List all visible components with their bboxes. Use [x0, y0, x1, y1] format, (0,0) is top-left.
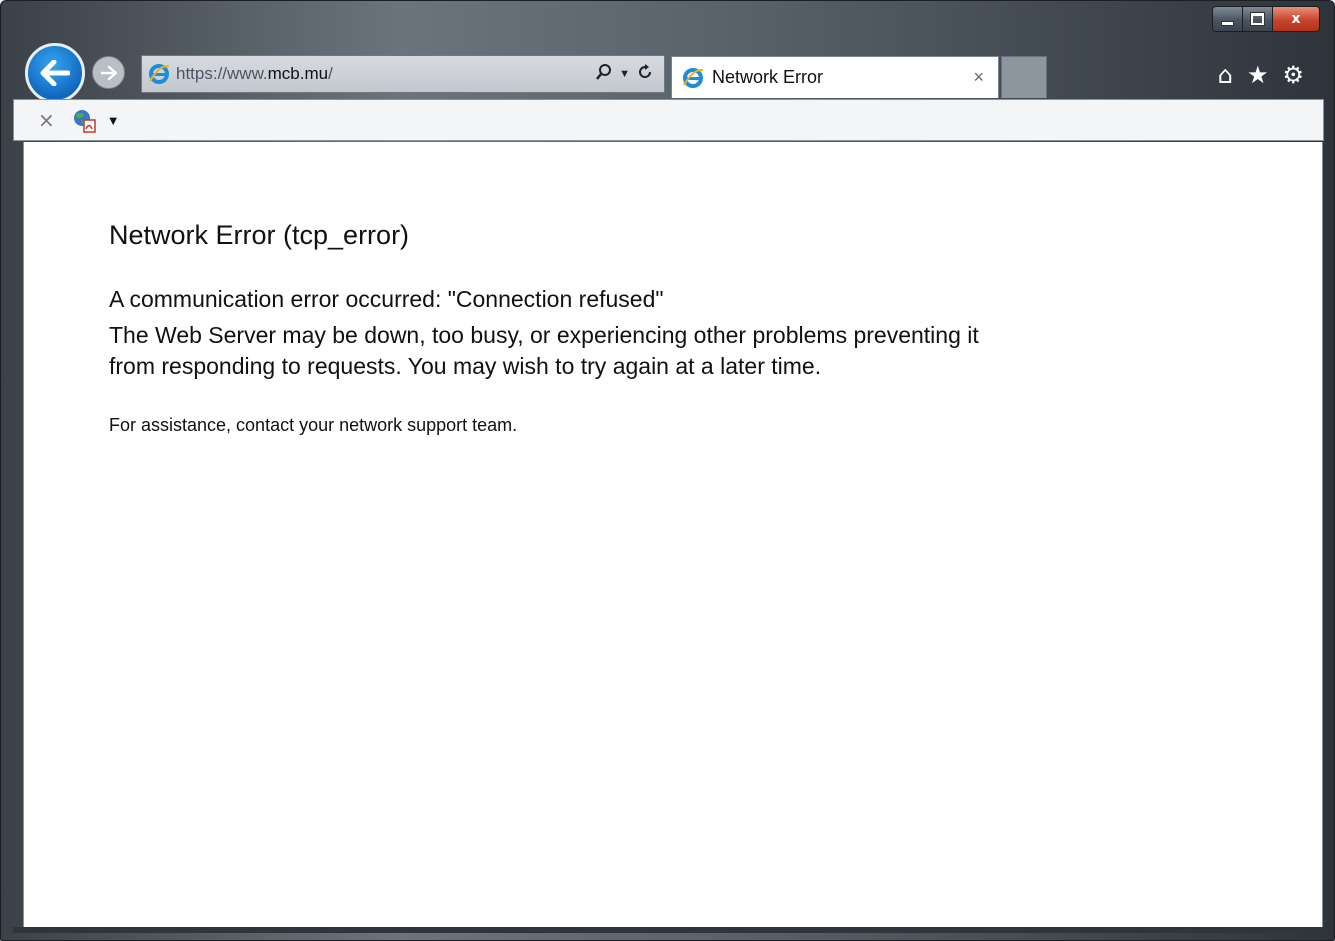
tab-title: Network Error — [712, 67, 824, 87]
back-arrow-icon — [40, 60, 70, 86]
url-text[interactable]: https://www.mcb.mu/ — [176, 64, 333, 84]
favorites-star-icon[interactable]: ★ — [1247, 61, 1269, 89]
search-icon[interactable] — [595, 63, 613, 86]
chevron-down-icon[interactable]: ▼ — [619, 68, 630, 80]
window-controls: x — [1212, 6, 1320, 32]
assistance-note: For assistance, contact your network sup… — [109, 415, 518, 435]
address-bar[interactable]: https://www.mcb.mu/ ▼ — [141, 55, 665, 93]
command-toolbar: × ▼ — [13, 99, 1324, 141]
url-suffix: / — [328, 64, 333, 83]
home-icon[interactable]: ⌂ — [1218, 61, 1233, 89]
globe-pdf-icon[interactable] — [71, 107, 97, 133]
stop-icon[interactable]: × — [38, 108, 55, 132]
back-button[interactable] — [25, 43, 85, 103]
tab-network-error[interactable]: Network Error × — [671, 56, 999, 98]
url-prefix: https://www. — [176, 64, 268, 83]
maximize-button[interactable] — [1243, 7, 1273, 31]
error-message: A communication error occurred: "Connect… — [109, 286, 664, 312]
address-actions: ▼ — [595, 63, 664, 86]
page-title: Network Error (tcp_error) — [109, 220, 410, 250]
error-description: The Web Server may be down, too busy, or… — [109, 322, 979, 379]
ie-logo-icon — [148, 63, 170, 85]
maximize-icon — [1251, 13, 1264, 25]
forward-button[interactable] — [92, 56, 125, 89]
tab-close-icon[interactable]: × — [973, 67, 984, 88]
chevron-down-icon[interactable]: ▼ — [107, 113, 120, 128]
close-window-button[interactable]: x — [1273, 7, 1319, 31]
page-viewport: Network Error (tcp_error) A communicatio… — [23, 142, 1323, 927]
forward-arrow-icon — [100, 65, 117, 80]
tools-gear-icon[interactable]: ⚙ — [1282, 61, 1304, 89]
tab-ie-logo-icon — [682, 67, 704, 89]
browser-actions: ⌂ ★ ⚙ — [1218, 61, 1304, 89]
minimize-icon — [1221, 21, 1234, 26]
browser-window: x https://www.mcb.mu/ ▼ Network Error × … — [0, 0, 1335, 941]
refresh-icon[interactable] — [636, 63, 654, 86]
url-domain: mcb.mu — [267, 64, 329, 83]
new-tab-button[interactable] — [1001, 56, 1047, 98]
minimize-button[interactable] — [1213, 7, 1243, 31]
window-bottom-frame — [13, 927, 1324, 933]
error-page: Network Error (tcp_error) A communicatio… — [109, 215, 989, 437]
